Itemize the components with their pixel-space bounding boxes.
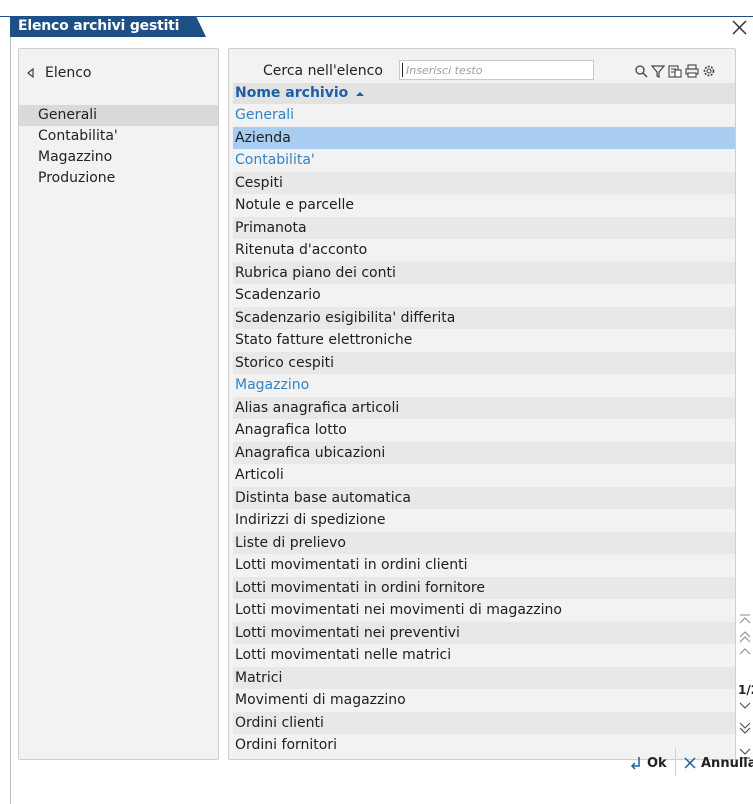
ok-label: Ok xyxy=(647,755,667,771)
column-header-label: Nome archivio xyxy=(235,85,349,101)
window-title-tab: Elenco archivi gestiti xyxy=(10,16,206,37)
footer-separator xyxy=(675,748,676,776)
scroll-controls-top xyxy=(737,612,753,660)
table-row[interactable]: Notule e parcelle xyxy=(233,194,735,217)
table-row[interactable]: Lotti movimentati nelle matrici xyxy=(233,644,735,667)
scroll-up-icon[interactable] xyxy=(737,644,753,660)
enter-icon xyxy=(630,757,640,770)
nav-item-generali[interactable]: Generali xyxy=(19,105,218,126)
table-row[interactable]: Indirizzi di spedizione xyxy=(233,509,735,532)
settings-icon[interactable] xyxy=(702,63,716,77)
search-label: Cerca nell'elenco xyxy=(263,63,383,79)
list-toolbar xyxy=(634,63,716,78)
nav-item-contabilita[interactable]: Contabilita' xyxy=(19,126,218,147)
chevron-left-icon xyxy=(27,68,34,78)
search-box[interactable] xyxy=(399,60,594,80)
filter-icon[interactable] xyxy=(650,63,666,78)
table-group-row[interactable]: Contabilita' xyxy=(233,149,735,172)
table-row[interactable]: Stato fatture elettroniche xyxy=(233,329,735,352)
page-indicator: 1/2 xyxy=(738,683,753,697)
window-title: Elenco archivi gestiti xyxy=(18,18,180,34)
page-up-icon[interactable] xyxy=(737,628,753,644)
table-row[interactable]: Anagrafica lotto xyxy=(233,419,735,442)
table-row[interactable]: Scadenzario xyxy=(233,284,735,307)
table-row[interactable]: Azienda xyxy=(233,126,735,149)
cancel-button[interactable]: Annulla xyxy=(683,753,753,773)
window-left-border xyxy=(10,37,11,804)
column-header-nome-archivio[interactable]: Nome archivio xyxy=(233,83,735,104)
table-row[interactable]: Ordini clienti xyxy=(233,711,735,734)
table-row[interactable]: Lotti movimentati nei preventivi xyxy=(233,621,735,644)
table-row[interactable]: Articoli xyxy=(233,464,735,487)
table-row[interactable]: Storico cespiti xyxy=(233,351,735,374)
search-icon[interactable] xyxy=(634,63,648,78)
ok-button[interactable]: Ok xyxy=(630,753,667,773)
export-icon[interactable] xyxy=(668,63,682,78)
table-row[interactable]: Cespiti xyxy=(233,171,735,194)
scroll-down-icon[interactable] xyxy=(737,697,753,715)
text-caret xyxy=(402,63,403,77)
nav-list: Generali Contabilita' Magazzino Produzio… xyxy=(19,105,218,189)
table-row[interactable]: Alias anagrafica articoli xyxy=(233,396,735,419)
print-icon[interactable] xyxy=(685,63,699,78)
close-icon xyxy=(732,20,747,35)
dialog-footer: Ok Annulla xyxy=(0,744,753,784)
scroll-to-top-icon[interactable] xyxy=(737,612,753,628)
sort-ascending-icon xyxy=(356,91,365,96)
archive-list-panel: Cerca nell'elenco Nome archivio Generali… xyxy=(228,48,736,760)
table-row[interactable]: Rubrica piano dei conti xyxy=(233,261,735,284)
close-button[interactable] xyxy=(728,16,750,38)
nav-item-magazzino[interactable]: Magazzino xyxy=(19,147,218,168)
page-down-icon[interactable] xyxy=(737,719,753,739)
table-row[interactable]: Anagrafica ubicazioni xyxy=(233,441,735,464)
table-row[interactable]: Liste di prelievo xyxy=(233,531,735,554)
table-row[interactable]: Ritenuta d'acconto xyxy=(233,239,735,262)
back-label: Elenco xyxy=(45,65,92,81)
archive-table: Nome archivio Generali Azienda Contabilita… xyxy=(233,83,735,757)
table-row[interactable]: Distinta base automatica xyxy=(233,486,735,509)
table-body: Generali Azienda Contabilita' Cespiti Notule… xyxy=(233,104,735,757)
table-row[interactable]: Scadenzario esigibilita' differita xyxy=(233,306,735,329)
cancel-label: Annulla xyxy=(701,755,753,771)
nav-item-produzione[interactable]: Produzione xyxy=(19,168,218,189)
table-row[interactable]: Primanota xyxy=(233,216,735,239)
nav-panel: Elenco Generali Contabilita' Magazzino P… xyxy=(18,48,219,760)
table-row[interactable]: Lotti movimentati nei movimenti di magaz… xyxy=(233,599,735,622)
table-group-row[interactable]: Generali xyxy=(233,104,735,127)
cancel-icon xyxy=(684,757,696,769)
table-row[interactable]: Matrici xyxy=(233,666,735,689)
back-to-list-button[interactable]: Elenco xyxy=(27,63,91,83)
table-row[interactable]: Lotti movimentati in ordini fornitore xyxy=(233,576,735,599)
table-row[interactable]: Lotti movimentati in ordini clienti xyxy=(233,554,735,577)
table-group-row[interactable]: Magazzino xyxy=(233,374,735,397)
table-row[interactable]: Movimenti di magazzino xyxy=(233,689,735,712)
search-input[interactable] xyxy=(406,62,586,78)
